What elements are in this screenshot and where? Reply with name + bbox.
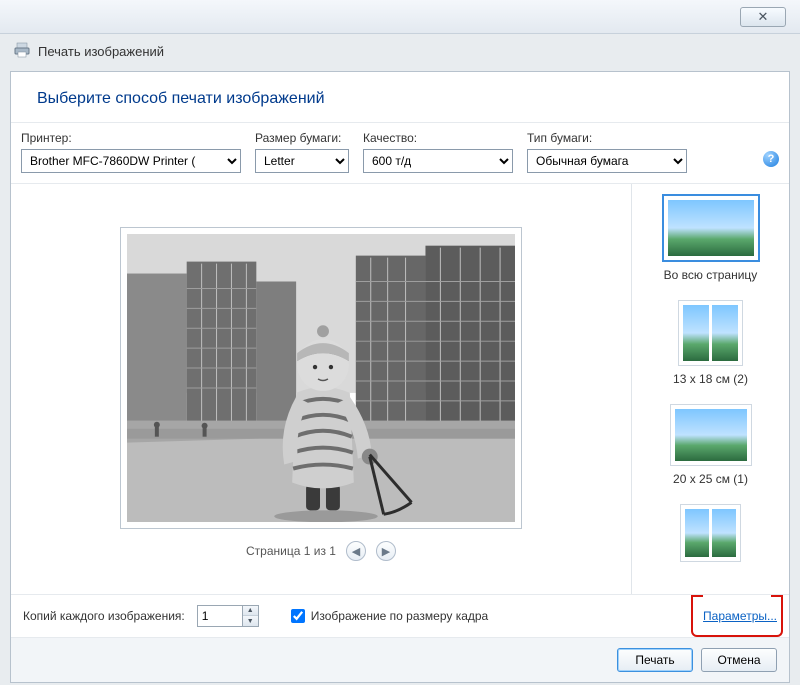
print-button[interactable]: Печать xyxy=(617,648,693,672)
printer-select[interactable]: Brother MFC-7860DW Printer ( xyxy=(21,149,241,173)
window-subtitle: Печать изображений xyxy=(0,34,800,71)
main-row: Страница 1 из 1 ◀ ▶ Во всю страницу 13 x… xyxy=(11,184,789,595)
dialog-heading: Выберите способ печати изображений xyxy=(11,72,789,123)
printer-icon xyxy=(14,42,30,61)
layout-label: 13 x 18 см (2) xyxy=(673,372,748,386)
prev-page-button[interactable]: ◀ xyxy=(346,541,366,561)
help-icon[interactable]: ? xyxy=(763,151,779,167)
paper-size-select[interactable]: Letter xyxy=(255,149,349,173)
titlebar: ✕ xyxy=(0,0,800,34)
copies-input[interactable] xyxy=(197,605,243,627)
fit-checkbox[interactable] xyxy=(291,609,305,623)
printer-label: Принтер: xyxy=(21,131,241,145)
preview-image xyxy=(127,234,515,522)
layout-item[interactable] xyxy=(638,504,783,568)
spin-up[interactable]: ▲ xyxy=(243,606,258,616)
pager-text: Страница 1 из 1 xyxy=(246,544,336,558)
options-row: Принтер: Brother MFC-7860DW Printer ( Ра… xyxy=(11,123,789,184)
print-dialog: Выберите способ печати изображений Принт… xyxy=(10,71,790,683)
footer: Печать Отмена xyxy=(11,638,789,682)
parameters-link[interactable]: Параметры... xyxy=(703,609,777,623)
copies-label: Копий каждого изображения: xyxy=(23,609,185,623)
window-title-text: Печать изображений xyxy=(38,44,164,59)
fit-label: Изображение по размеру кадра xyxy=(311,609,488,623)
quality-label: Качество: xyxy=(363,131,513,145)
spin-down[interactable]: ▼ xyxy=(243,616,258,626)
copies-spinner[interactable]: ▲▼ xyxy=(197,605,259,627)
window-close-button[interactable]: ✕ xyxy=(740,7,786,27)
layout-label: 20 x 25 см (1) xyxy=(673,472,748,486)
layout-list[interactable]: Во всю страницу 13 x 18 см (2) 20 x 25 с… xyxy=(631,184,789,594)
layout-full-page[interactable]: Во всю страницу xyxy=(638,194,783,282)
preview-frame xyxy=(120,227,522,529)
layout-13x18[interactable]: 13 x 18 см (2) xyxy=(638,300,783,386)
layout-label: Во всю страницу xyxy=(664,268,758,282)
next-page-button[interactable]: ▶ xyxy=(376,541,396,561)
quality-select[interactable]: 600 т/д xyxy=(363,149,513,173)
paper-type-select[interactable]: Обычная бумага xyxy=(527,149,687,173)
pager: Страница 1 из 1 ◀ ▶ xyxy=(246,541,396,561)
paper-type-label: Тип бумаги: xyxy=(527,131,687,145)
fit-checkbox-row[interactable]: Изображение по размеру кадра xyxy=(291,609,488,623)
preview-area: Страница 1 из 1 ◀ ▶ xyxy=(11,184,631,594)
cancel-button[interactable]: Отмена xyxy=(701,648,777,672)
layout-20x25[interactable]: 20 x 25 см (1) xyxy=(638,404,783,486)
bottom-row: Копий каждого изображения: ▲▼ Изображени… xyxy=(11,595,789,638)
paper-size-label: Размер бумаги: xyxy=(255,131,349,145)
